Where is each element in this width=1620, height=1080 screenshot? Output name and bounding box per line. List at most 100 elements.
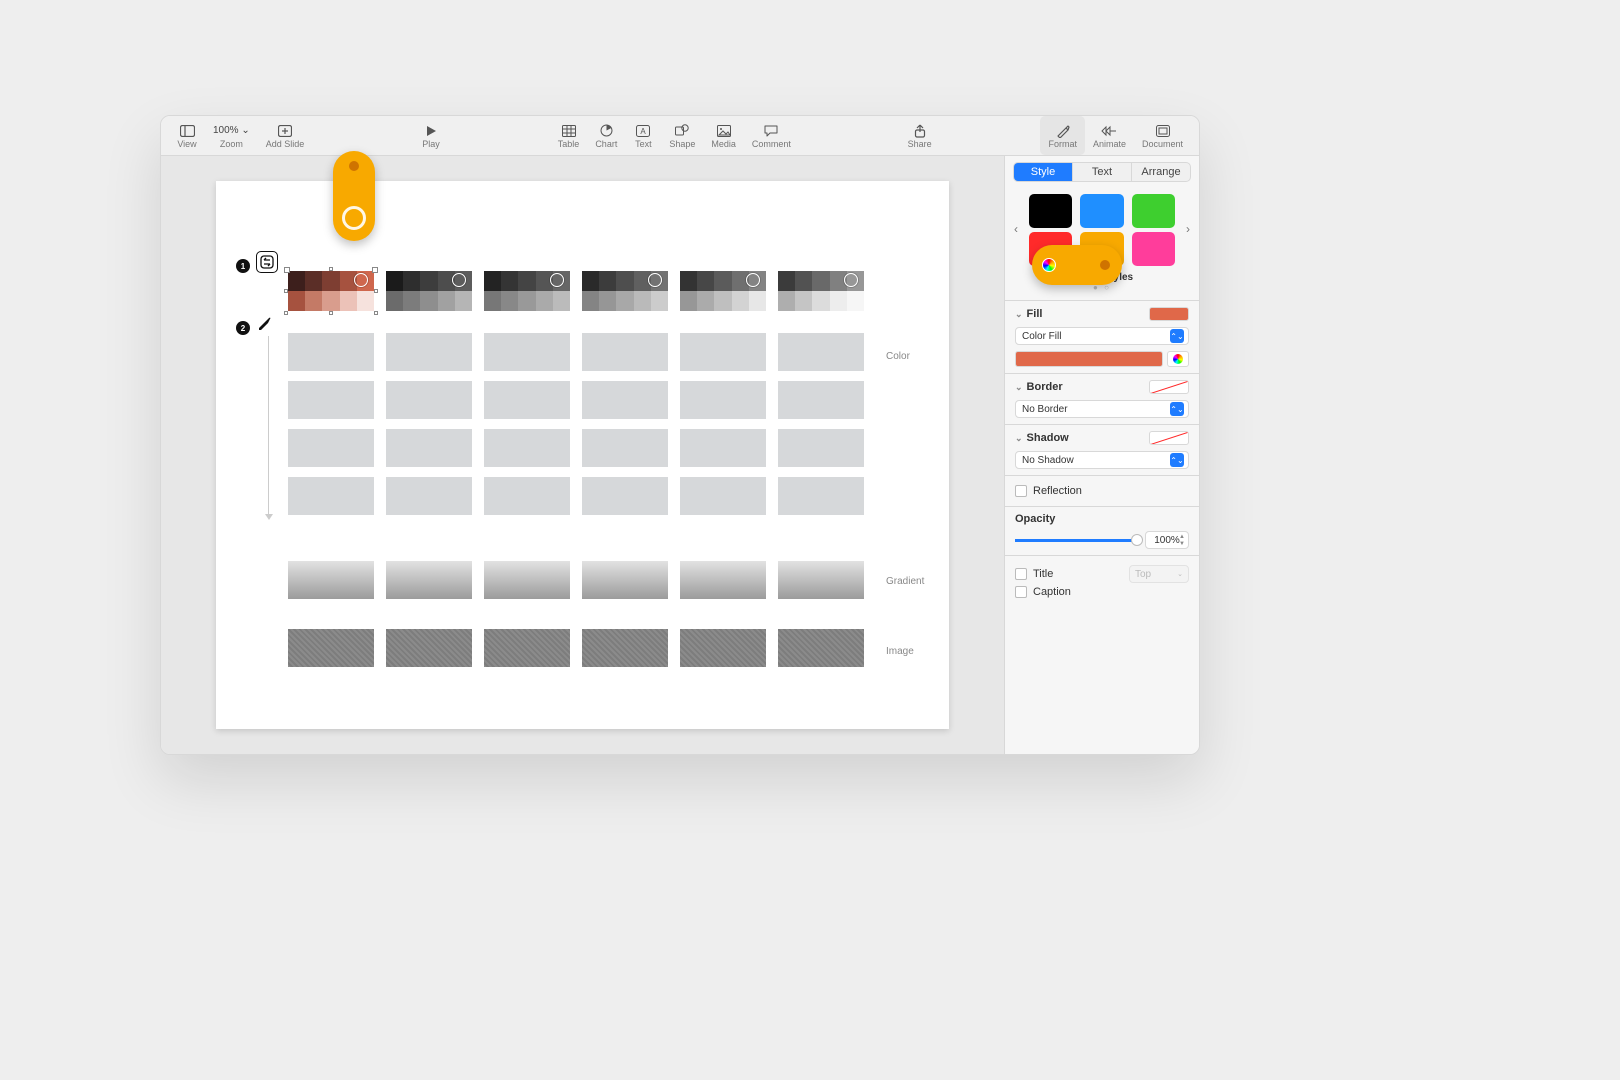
opacity-label: Opacity	[1015, 513, 1189, 525]
shadow-swatch-none[interactable]	[1149, 431, 1189, 445]
chevron-down-icon[interactable]: ⌄	[1015, 309, 1023, 320]
circle-icon	[844, 273, 858, 287]
shape-style-swatch[interactable]	[1132, 194, 1175, 228]
reflection-section: Reflection	[1005, 475, 1199, 506]
annotation-highlight-1	[333, 151, 375, 241]
format-button[interactable]: Format	[1040, 116, 1085, 155]
app-window: View 100% ⌄ Zoom Add Slide Play	[160, 115, 1200, 755]
shadow-section: ⌄ Shadow No Shadow ⌃⌄	[1005, 424, 1199, 475]
media-button[interactable]: Media	[703, 116, 744, 155]
shape-button[interactable]: Shape	[661, 116, 703, 155]
view-label: View	[177, 139, 196, 149]
image-grid	[288, 629, 864, 667]
palette-selected[interactable]	[288, 271, 374, 311]
border-dropdown[interactable]: No Border ⌃⌄	[1015, 400, 1189, 418]
border-section: ⌄ Border No Border ⌃⌄	[1005, 373, 1199, 424]
svg-text:A: A	[641, 127, 647, 136]
document-label: Document	[1142, 139, 1183, 149]
shape-icon	[675, 123, 689, 139]
chevron-down-icon[interactable]: ⌄	[1015, 382, 1023, 393]
opacity-slider[interactable]	[1015, 539, 1137, 542]
share-label: Share	[908, 139, 932, 149]
slide: 1 2	[216, 181, 949, 729]
zoom-dropdown[interactable]: 100% ⌄ Zoom	[205, 116, 258, 155]
palette-gray-4[interactable]	[680, 271, 766, 311]
animate-label: Animate	[1093, 139, 1126, 149]
shape-label: Shape	[669, 139, 695, 149]
shape-style-swatch[interactable]	[1080, 194, 1123, 228]
circle-icon	[452, 273, 466, 287]
title-checkbox[interactable]	[1015, 568, 1027, 580]
row-label-color: Color	[886, 351, 910, 362]
title-caption-section: Title Top ⌄ Caption	[1005, 555, 1199, 607]
shape-style-swatch[interactable]	[1132, 232, 1175, 266]
arrow-down-icon	[268, 336, 269, 516]
chevron-left-icon[interactable]: ‹	[1009, 222, 1023, 236]
comment-button[interactable]: Comment	[744, 116, 799, 155]
slide-canvas[interactable]: 1 2	[161, 156, 1004, 754]
text-button[interactable]: A Text	[625, 116, 661, 155]
fill-swatch[interactable]	[1149, 307, 1189, 321]
fill-label: Fill	[1027, 308, 1043, 320]
circle-icon	[550, 273, 564, 287]
dropdown-icon: ⌄	[1177, 570, 1183, 578]
selection-handles[interactable]	[286, 269, 376, 313]
reflection-checkbox[interactable]	[1015, 485, 1027, 497]
chevron-right-icon[interactable]: ›	[1181, 222, 1195, 236]
document-icon	[1156, 123, 1170, 139]
chart-button[interactable]: Chart	[587, 116, 625, 155]
annotation-step-1: 1	[236, 259, 250, 273]
stepper-icon[interactable]: ▲▼	[1177, 533, 1187, 547]
zoom-value: 100% ⌄	[213, 123, 250, 139]
chart-label: Chart	[595, 139, 617, 149]
tab-text[interactable]: Text	[1073, 163, 1131, 181]
opacity-stepper[interactable]: 100% ▲▼	[1145, 531, 1189, 549]
play-button[interactable]: Play	[413, 116, 449, 155]
share-button[interactable]: Share	[900, 116, 940, 155]
gradient-grid	[288, 561, 864, 599]
circle-icon	[648, 273, 662, 287]
table-button[interactable]: Table	[550, 116, 588, 155]
plus-icon	[278, 123, 292, 139]
fill-type-label: Color Fill	[1022, 331, 1061, 342]
color-wheel-icon	[1042, 258, 1056, 272]
tab-arrange[interactable]: Arrange	[1132, 163, 1190, 181]
title-position-dropdown[interactable]: Top ⌄	[1129, 565, 1189, 583]
comment-icon	[764, 123, 778, 139]
add-slide-button[interactable]: Add Slide	[258, 116, 313, 155]
chevron-down-icon[interactable]: ⌄	[1015, 433, 1023, 444]
shadow-label: Shadow	[1027, 432, 1069, 444]
swap-palette-icon	[256, 251, 278, 273]
toolbar: View 100% ⌄ Zoom Add Slide Play	[161, 116, 1199, 156]
table-icon	[562, 123, 576, 139]
shape-style-swatch[interactable]	[1029, 194, 1072, 228]
palette-gray-1[interactable]	[386, 271, 472, 311]
caption-checkbox[interactable]	[1015, 586, 1027, 598]
animate-button[interactable]: Animate	[1085, 116, 1134, 155]
add-slide-label: Add Slide	[266, 139, 305, 149]
palette-gray-3[interactable]	[582, 271, 668, 311]
text-label: Text	[635, 139, 652, 149]
border-swatch-none[interactable]	[1149, 380, 1189, 394]
table-label: Table	[558, 139, 580, 149]
format-label: Format	[1048, 139, 1077, 149]
title-position-value: Top	[1135, 569, 1151, 580]
palette-gray-2[interactable]	[484, 271, 570, 311]
palette-gray-5[interactable]	[778, 271, 864, 311]
format-icon	[1056, 123, 1070, 139]
tab-style[interactable]: Style	[1014, 163, 1072, 181]
share-icon	[914, 123, 926, 139]
fill-type-dropdown[interactable]: Color Fill ⌃⌄	[1015, 327, 1189, 345]
circle-icon	[746, 273, 760, 287]
media-icon	[717, 123, 731, 139]
border-label: Border	[1027, 381, 1063, 393]
view-button[interactable]: View	[169, 116, 205, 155]
shadow-dropdown[interactable]: No Shadow ⌃⌄	[1015, 451, 1189, 469]
opacity-value: 100%	[1154, 535, 1180, 546]
sidebar-icon	[180, 123, 195, 139]
document-button[interactable]: Document	[1134, 116, 1191, 155]
fill-color-well[interactable]	[1015, 351, 1163, 367]
shadow-value: No Shadow	[1022, 455, 1074, 466]
dropdown-icon: ⌃⌄	[1170, 453, 1184, 467]
color-wheel-button[interactable]	[1167, 351, 1189, 367]
